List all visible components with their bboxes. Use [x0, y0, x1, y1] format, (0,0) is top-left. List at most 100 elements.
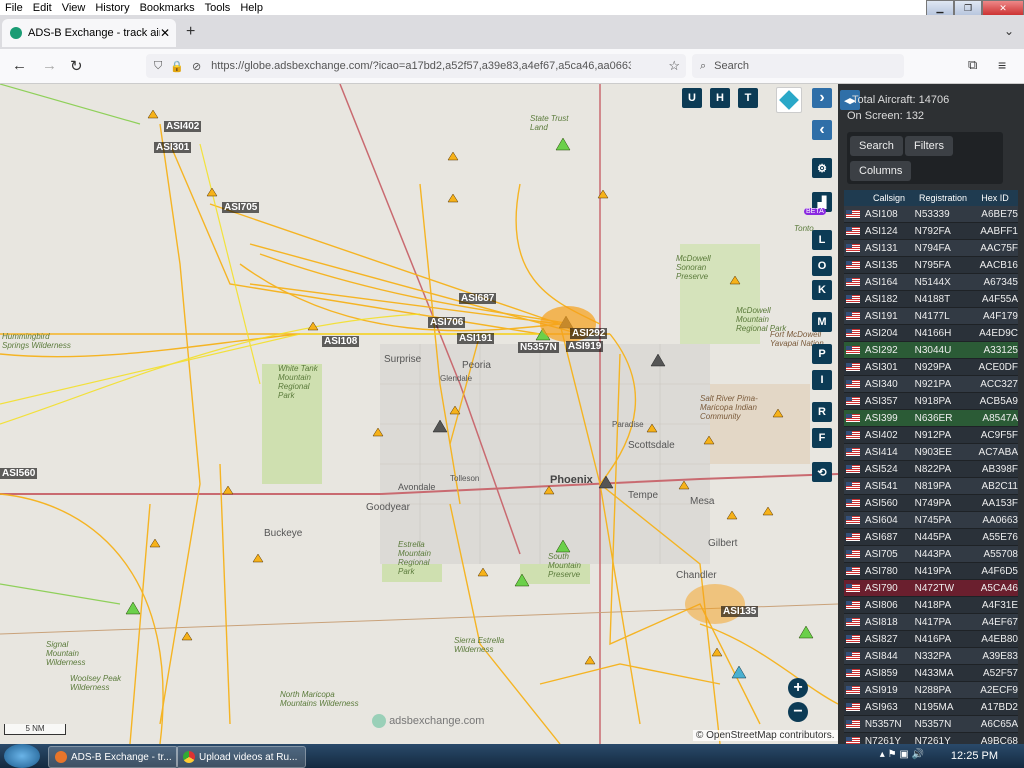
taskbar-chrome-button[interactable]: Upload videos at Ru...	[176, 746, 306, 768]
aircraft-label[interactable]: ASI292	[570, 328, 608, 339]
settings-gear-icon[interactable]: ⚙	[812, 158, 832, 178]
aircraft-label[interactable]: ASI705	[222, 202, 260, 213]
aircraft-icon[interactable]	[252, 553, 264, 563]
i-button[interactable]: I	[812, 370, 832, 390]
attribution[interactable]: © OpenStreetMap contributors.	[693, 730, 838, 741]
back-arrow-icon[interactable]: ←	[12, 57, 27, 74]
table-row[interactable]: ASI357 N918PA ACB5A9	[844, 393, 1018, 410]
new-tab-icon[interactable]: +	[186, 23, 195, 41]
permissions-icon[interactable]: ⊘	[192, 60, 201, 73]
aircraft-icon[interactable]	[762, 506, 774, 516]
reload-icon[interactable]: ↻	[70, 57, 83, 75]
map-canvas[interactable]: Surprise Peoria Goodyear Buckeye Phoenix…	[0, 84, 838, 744]
taskbar-firefox-button[interactable]: ADS-B Exchange - tr...	[48, 746, 178, 768]
shield-icon[interactable]: ⛉	[154, 60, 162, 73]
aircraft-icon[interactable]	[447, 193, 459, 203]
forward-arrow-icon[interactable]: →	[42, 57, 57, 74]
table-row[interactable]: ASI806 N418PA A4F31E	[844, 597, 1018, 614]
aircraft-label[interactable]: ASI135	[721, 606, 759, 617]
aircraft-icon[interactable]	[711, 647, 723, 657]
aircraft-label[interactable]: ASI402	[164, 121, 202, 132]
hexid-header[interactable]: Hex ID	[972, 193, 1018, 203]
aircraft-icon[interactable]	[181, 631, 193, 641]
aircraft-icon[interactable]	[584, 655, 596, 665]
table-row[interactable]: ASI108 N53339 A6BE75	[844, 206, 1018, 223]
menu-edit[interactable]: Edit	[28, 2, 57, 14]
url-text[interactable]: https://globe.adsbexchange.com/?icao=a17…	[211, 60, 631, 72]
table-row[interactable]: N5357N N5357N A6C65A	[844, 716, 1018, 733]
aircraft-icon[interactable]	[147, 109, 159, 119]
u-button[interactable]: U	[682, 88, 702, 108]
aircraft-icon[interactable]	[149, 538, 161, 548]
table-row[interactable]: ASI164 N5144X A67345	[844, 274, 1018, 291]
table-row[interactable]: ASI963 N195MA A17BD2	[844, 699, 1018, 716]
aircraft-icon[interactable]	[125, 601, 141, 615]
table-row[interactable]: ASI780 N419PA A4F6D5	[844, 563, 1018, 580]
aircraft-icon[interactable]	[798, 625, 814, 639]
table-row[interactable]: ASI301 N929PA ACE0DF	[844, 359, 1018, 376]
menu-tools[interactable]: Tools	[200, 2, 236, 14]
table-row[interactable]: ASI135 N795FA AACB16	[844, 257, 1018, 274]
start-orb-icon[interactable]	[4, 744, 40, 768]
table-row[interactable]: ASI859 N433MA A52F57	[844, 665, 1018, 682]
table-row[interactable]: ASI844 N332PA A39E83	[844, 648, 1018, 665]
close-tab-icon[interactable]: ✕	[160, 26, 176, 40]
aircraft-icon[interactable]	[222, 485, 234, 495]
table-row[interactable]: ASI182 N4188T A4F55A	[844, 291, 1018, 308]
tab-list-chevron-icon[interactable]: ⌄	[1004, 24, 1014, 38]
aircraft-label[interactable]: N5357N	[518, 342, 559, 353]
o-button[interactable]: O	[812, 256, 832, 276]
expand-left-chevron-icon[interactable]: ‹	[812, 120, 832, 140]
extensions-icon[interactable]: ⧉	[968, 57, 977, 73]
zoom-out-icon[interactable]: −	[788, 702, 808, 722]
maximize-button[interactable]: ❐	[954, 0, 982, 16]
bookmark-star-icon[interactable]: ☆	[668, 58, 680, 74]
table-row[interactable]: ASI124 N792FA AABFF1	[844, 223, 1018, 240]
replay-icon[interactable]: ⟲	[812, 462, 832, 482]
callsign-header[interactable]: Callsign	[864, 193, 914, 203]
table-row[interactable]: ASI399 N636ER A8547A	[844, 410, 1018, 427]
aircraft-label[interactable]: ASI301	[154, 142, 192, 153]
p-button[interactable]: P	[812, 344, 832, 364]
k-button[interactable]: K	[812, 280, 832, 300]
aircraft-icon[interactable]	[447, 151, 459, 161]
table-row[interactable]: ASI340 N921PA ACC327	[844, 376, 1018, 393]
table-row[interactable]: ASI191 N4177L A4F179	[844, 308, 1018, 325]
menu-help[interactable]: Help	[235, 2, 268, 14]
table-row[interactable]: ASI919 N288PA A2ECF9	[844, 682, 1018, 699]
table-row[interactable]: ASI131 N794FA AAC75F	[844, 240, 1018, 257]
menu-view[interactable]: View	[57, 2, 91, 14]
search-button[interactable]: Search	[850, 136, 903, 156]
table-row[interactable]: ASI292 N3044U A33125	[844, 342, 1018, 359]
clock[interactable]: 12:25 PM	[951, 750, 998, 762]
zoom-in-icon[interactable]: +	[788, 678, 808, 698]
hamburger-menu-icon[interactable]: ≡	[998, 57, 1006, 73]
table-row[interactable]: ASI604 N745PA AA0663	[844, 512, 1018, 529]
h-button[interactable]: H	[710, 88, 730, 108]
aircraft-label[interactable]: ASI108	[322, 336, 360, 347]
layers-icon[interactable]	[776, 87, 802, 113]
r-button[interactable]: R	[812, 402, 832, 422]
aircraft-label[interactable]: ASI191	[457, 333, 495, 344]
aircraft-icon[interactable]	[206, 187, 218, 197]
t-button[interactable]: T	[738, 88, 758, 108]
aircraft-label[interactable]: ASI687	[459, 293, 497, 304]
registration-header[interactable]: Registration	[914, 193, 972, 203]
table-row[interactable]: ASI414 N903EE AC7ABA	[844, 444, 1018, 461]
aircraft-icon[interactable]	[726, 510, 738, 520]
table-row[interactable]: ASI818 N417PA A4EF67	[844, 614, 1018, 631]
table-row[interactable]: ASI560 N749PA AA153F	[844, 495, 1018, 512]
table-row[interactable]: ASI204 N4166H A4ED9C	[844, 325, 1018, 342]
l-button[interactable]: L	[812, 230, 832, 250]
f-button[interactable]: F	[812, 428, 832, 448]
table-row[interactable]: ASI524 N822PA AB398F	[844, 461, 1018, 478]
lock-icon[interactable]: 🔒	[170, 60, 184, 73]
aircraft-icon[interactable]	[477, 567, 489, 577]
m-button[interactable]: M	[812, 312, 832, 332]
columns-button[interactable]: Columns	[850, 161, 912, 181]
filters-button[interactable]: Filters	[905, 136, 953, 156]
search-field[interactable]: ⌕ Search	[692, 54, 904, 78]
tray-icons[interactable]: ▴ ⚑ ▣ 🔊	[880, 749, 924, 760]
close-window-button[interactable]: ✕	[982, 0, 1024, 16]
table-row[interactable]: ASI541 N819PA AB2C11	[844, 478, 1018, 495]
